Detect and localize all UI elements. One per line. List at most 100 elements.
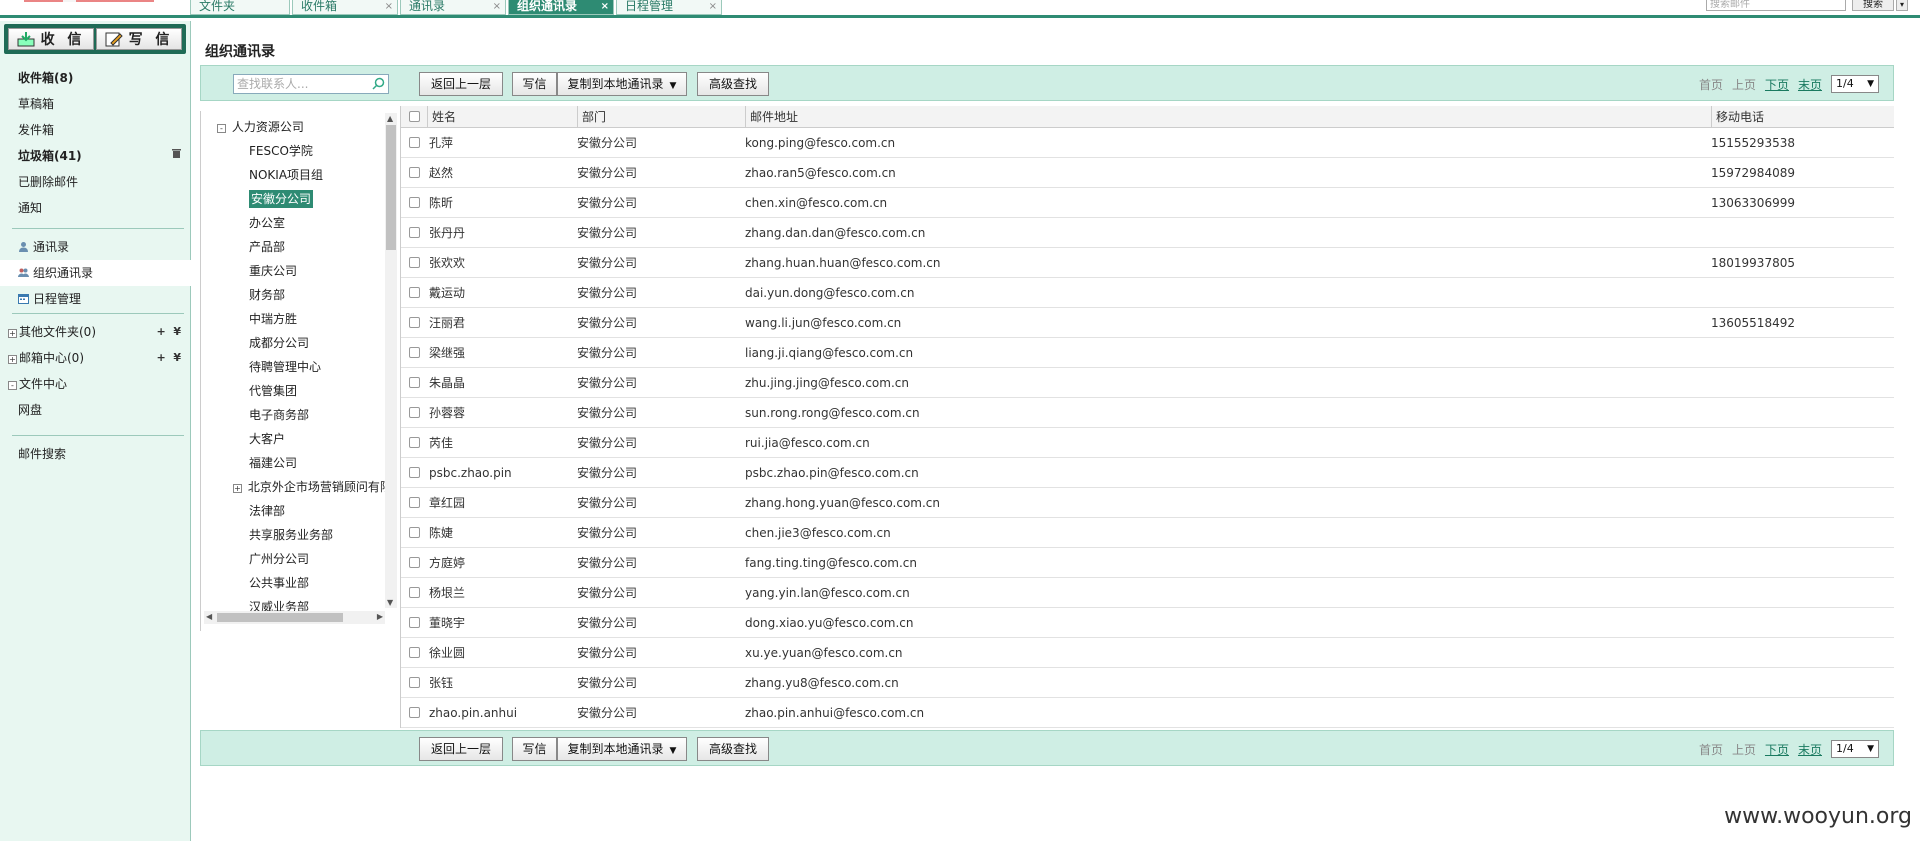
- tree-node[interactable]: 代管集团: [201, 379, 398, 403]
- sidebar-contact-item[interactable]: 组织通讯录: [0, 260, 191, 286]
- tree-node[interactable]: 产品部: [201, 235, 398, 259]
- sidebar-mail-item[interactable]: 已删除邮件: [0, 169, 191, 195]
- table-row[interactable]: zhao.pin.anhui 安徽分公司 zhao.pin.anhui@fesco.…: [401, 698, 1894, 728]
- row-checkbox[interactable]: [409, 467, 420, 478]
- sidebar-folder-item[interactable]: - 文件中心: [0, 371, 191, 397]
- cell-email[interactable]: zhao.ran5@fesco.com.cn: [745, 158, 896, 187]
- column-header-name[interactable]: 姓名: [427, 106, 577, 127]
- mail-search-input[interactable]: 搜索邮件: [1706, 0, 1846, 11]
- tree-horizontal-scrollbar[interactable]: ◀ ▶: [204, 611, 385, 624]
- tree-node[interactable]: 重庆公司: [201, 259, 398, 283]
- row-checkbox[interactable]: [409, 617, 420, 628]
- cell-email[interactable]: chen.jie3@fesco.com.cn: [745, 518, 891, 547]
- row-checkbox[interactable]: [409, 557, 420, 568]
- tree-node[interactable]: + 北京外企市场营销顾问有限: [201, 475, 398, 499]
- scrollbar-thumb[interactable]: [386, 125, 396, 250]
- tree-node[interactable]: 中瑞方胜: [201, 307, 398, 331]
- tree-node[interactable]: 财务部: [201, 283, 398, 307]
- row-checkbox[interactable]: [409, 407, 420, 418]
- tree-node[interactable]: NOKIA项目组: [201, 163, 398, 187]
- cell-email[interactable]: psbc.zhao.pin@fesco.com.cn: [745, 458, 919, 487]
- row-checkbox[interactable]: [409, 137, 420, 148]
- write-mail-button[interactable]: 写信: [512, 72, 557, 96]
- table-row[interactable]: 赵然 安徽分公司 zhao.ran5@fesco.com.cn 15972984089: [401, 158, 1894, 188]
- tree-root[interactable]: - 人力资源公司: [201, 115, 398, 139]
- sidebar-item-mail-search[interactable]: 邮件搜索: [0, 441, 191, 467]
- tree-node[interactable]: 法律部: [201, 499, 398, 523]
- advanced-search-button-bottom[interactable]: 高级查找: [697, 737, 769, 761]
- row-checkbox[interactable]: [409, 167, 420, 178]
- table-row[interactable]: 陈昕 安徽分公司 chen.xin@fesco.com.cn 13063306999: [401, 188, 1894, 218]
- sidebar-mail-item[interactable]: 通知: [0, 195, 191, 221]
- cell-email[interactable]: rui.jia@fesco.com.cn: [745, 428, 870, 457]
- cell-email[interactable]: liang.ji.qiang@fesco.com.cn: [745, 338, 913, 367]
- cell-email[interactable]: zhang.dan.dan@fesco.com.cn: [745, 218, 925, 247]
- cell-email[interactable]: zhao.pin.anhui@fesco.com.cn: [745, 698, 924, 727]
- sidebar-folder-item[interactable]: + 其他文件夹(0) + ¥: [0, 319, 191, 345]
- row-checkbox[interactable]: [409, 377, 420, 388]
- row-checkbox[interactable]: [409, 677, 420, 688]
- cell-email[interactable]: dai.yun.dong@fesco.com.cn: [745, 278, 914, 307]
- close-tab-icon[interactable]: ×: [385, 0, 393, 13]
- add-folder-icon[interactable]: +: [156, 325, 165, 338]
- sidebar-mail-item[interactable]: 发件箱: [0, 117, 191, 143]
- tab-item[interactable]: 组织通讯录 ×: [508, 0, 614, 15]
- tab-item[interactable]: 收件箱 ×: [292, 0, 398, 15]
- table-row[interactable]: 芮佳 安徽分公司 rui.jia@fesco.com.cn: [401, 428, 1894, 458]
- expand-icon[interactable]: +: [233, 484, 242, 493]
- cell-email[interactable]: fang.ting.ting@fesco.com.cn: [745, 548, 917, 577]
- row-checkbox[interactable]: [409, 257, 420, 268]
- cell-email[interactable]: kong.ping@fesco.com.cn: [745, 128, 895, 157]
- table-row[interactable]: 孔萍 安徽分公司 kong.ping@fesco.com.cn 15155293538: [401, 128, 1894, 158]
- pager-next[interactable]: 下页: [1765, 76, 1789, 93]
- sidebar-mail-item[interactable]: 垃圾箱(41): [0, 143, 191, 169]
- page-select[interactable]: 1/4 ▼: [1831, 75, 1879, 93]
- close-tab-icon[interactable]: ×: [709, 0, 717, 13]
- scroll-up-icon[interactable]: ▲: [387, 114, 393, 123]
- cell-email[interactable]: wang.li.jun@fesco.com.cn: [745, 308, 901, 337]
- column-header-email[interactable]: 邮件地址: [745, 106, 1711, 127]
- row-checkbox[interactable]: [409, 587, 420, 598]
- cell-email[interactable]: zhang.yu8@fesco.com.cn: [745, 668, 899, 697]
- scroll-left-icon[interactable]: ◀: [206, 612, 212, 621]
- page-select[interactable]: 1/4 ▼: [1831, 740, 1879, 758]
- settings-icon[interactable]: ¥: [173, 351, 181, 364]
- collapse-icon[interactable]: -: [217, 124, 226, 133]
- tree-node[interactable]: 公共事业部: [201, 571, 398, 595]
- close-tab-icon[interactable]: ×: [601, 0, 609, 13]
- advanced-search-button[interactable]: 高级查找: [697, 72, 769, 96]
- copy-to-local-button-bottom[interactable]: 复制到本地通讯录 ▼: [557, 737, 687, 761]
- tab-item[interactable]: 文件夹: [190, 0, 290, 15]
- table-row[interactable]: 张钰 安徽分公司 zhang.yu8@fesco.com.cn: [401, 668, 1894, 698]
- table-row[interactable]: 汪丽君 安徽分公司 wang.li.jun@fesco.com.cn 13605518…: [401, 308, 1894, 338]
- search-dropdown-icon[interactable]: ▾: [1896, 0, 1908, 11]
- scrollbar-thumb[interactable]: [217, 613, 343, 622]
- cell-email[interactable]: zhu.jing.jing@fesco.com.cn: [745, 368, 909, 397]
- table-row[interactable]: 杨垠兰 安徽分公司 yang.yin.lan@fesco.com.cn: [401, 578, 1894, 608]
- cell-email[interactable]: yang.yin.lan@fesco.com.cn: [745, 578, 910, 607]
- tree-node[interactable]: 电子商务部: [201, 403, 398, 427]
- receive-button[interactable]: 收 信: [8, 28, 94, 50]
- empty-trash-icon[interactable]: [172, 143, 181, 169]
- table-row[interactable]: psbc.zhao.pin 安徽分公司 psbc.zhao.pin@fesco.co…: [401, 458, 1894, 488]
- table-row[interactable]: 戴运动 安徽分公司 dai.yun.dong@fesco.com.cn: [401, 278, 1894, 308]
- table-row[interactable]: 章红园 安徽分公司 zhang.hong.yuan@fesco.com.cn: [401, 488, 1894, 518]
- row-checkbox[interactable]: [409, 197, 420, 208]
- tree-node[interactable]: 大客户: [201, 427, 398, 451]
- search-icon[interactable]: [372, 77, 385, 90]
- cell-email[interactable]: xu.ye.yuan@fesco.com.cn: [745, 638, 903, 667]
- scroll-right-icon[interactable]: ▶: [377, 612, 383, 621]
- column-header-department[interactable]: 部门: [577, 106, 745, 127]
- row-checkbox[interactable]: [409, 527, 420, 538]
- tree-node[interactable]: 办公室: [201, 211, 398, 235]
- tree-vertical-scrollbar[interactable]: ▲ ▼: [385, 113, 397, 608]
- sidebar-folder-item[interactable]: 网盘: [0, 397, 191, 423]
- table-row[interactable]: 徐业圆 安徽分公司 xu.ye.yuan@fesco.com.cn: [401, 638, 1894, 668]
- table-row[interactable]: 陈婕 安徽分公司 chen.jie3@fesco.com.cn: [401, 518, 1894, 548]
- pager-next[interactable]: 下页: [1765, 741, 1789, 758]
- copy-to-local-button[interactable]: 复制到本地通讯录 ▼: [557, 72, 687, 96]
- table-row[interactable]: 张丹丹 安徽分公司 zhang.dan.dan@fesco.com.cn: [401, 218, 1894, 248]
- write-button[interactable]: 写 信: [96, 28, 182, 50]
- scroll-down-icon[interactable]: ▼: [387, 598, 393, 607]
- tab-item[interactable]: 通讯录 ×: [400, 0, 506, 15]
